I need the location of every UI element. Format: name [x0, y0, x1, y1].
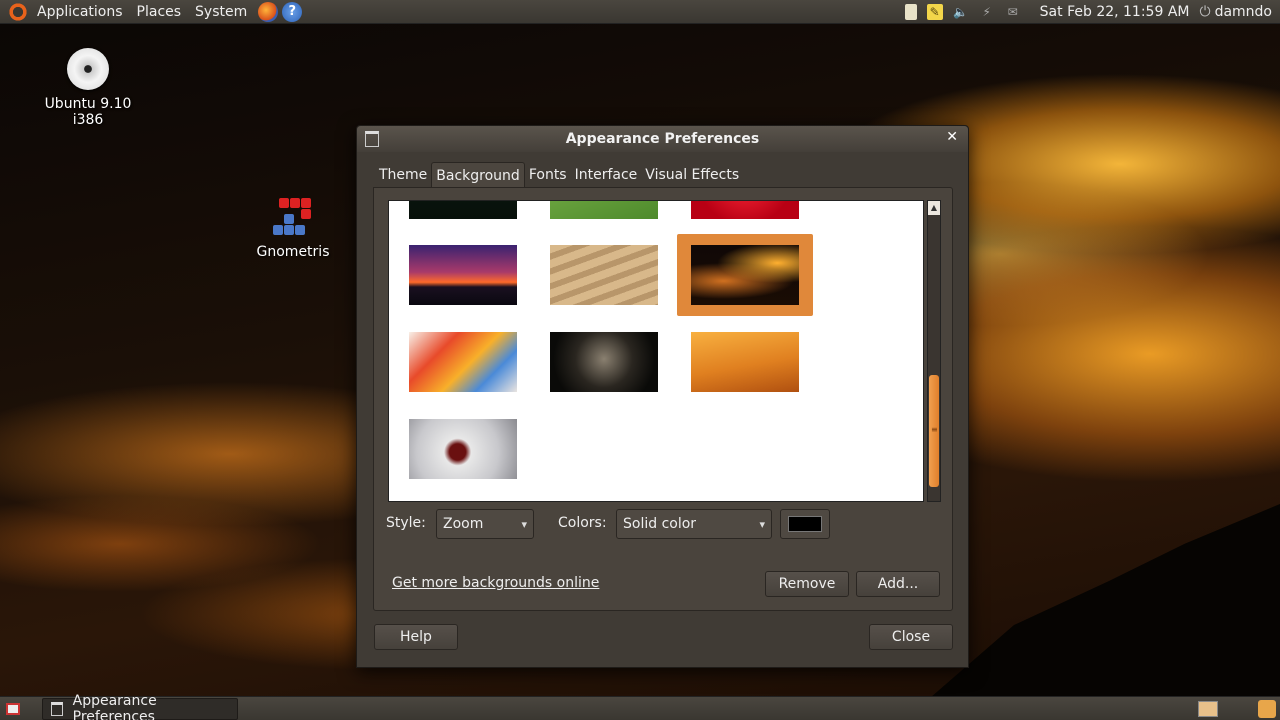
chevron-down-icon: ▾: [759, 517, 765, 531]
wallpaper-gallery[interactable]: [388, 200, 924, 502]
gnometris-icon: [273, 196, 313, 236]
user-name[interactable]: damndo: [1215, 4, 1272, 20]
style-dropdown[interactable]: Zoom ▾: [436, 509, 534, 539]
wallpaper-thumb-green-leaf[interactable]: [550, 201, 658, 219]
volume-icon[interactable]: 🔈: [953, 4, 969, 20]
remove-button[interactable]: Remove: [765, 571, 849, 597]
help-icon[interactable]: ?: [282, 1, 303, 22]
add-button[interactable]: Add...: [856, 571, 940, 597]
menu-applications[interactable]: Applications: [30, 0, 130, 24]
menu-places[interactable]: Places: [130, 0, 189, 24]
close-icon[interactable]: ✕: [946, 129, 958, 145]
colors-value: Solid color: [623, 516, 697, 532]
tab-interface[interactable]: Interface: [571, 162, 642, 188]
menu-system[interactable]: System: [188, 0, 254, 24]
power-icon[interactable]: ⏻: [1199, 4, 1210, 20]
system-tray: ✎ 🔈 ⚡ ✉ Sat Feb 22, 11:59 AM ⏻ damndo: [900, 0, 1280, 24]
workspace-switcher[interactable]: [1198, 700, 1218, 717]
mail-icon[interactable]: ✉: [1005, 4, 1021, 20]
style-value: Zoom: [443, 516, 484, 532]
style-label: Style:: [386, 515, 426, 531]
wallpaper-thumb-red-flower[interactable]: [691, 201, 799, 219]
close-button[interactable]: Close: [869, 624, 953, 650]
taskbar-item-label: Appearance Preferences: [72, 692, 157, 720]
window-icon: [51, 701, 63, 716]
bottom-panel: Appearance Preferences: [0, 693, 1280, 720]
network-icon[interactable]: ⚡: [979, 4, 995, 20]
color-picker-button[interactable]: [780, 509, 830, 539]
wallpaper-thumb-dark[interactable]: [409, 201, 517, 219]
tab-background[interactable]: Background: [431, 162, 525, 188]
trash-icon[interactable]: [1258, 699, 1276, 718]
firefox-icon[interactable]: [258, 1, 279, 22]
wallpaper-thumb-sand-dunes[interactable]: [550, 245, 658, 305]
get-more-backgrounds-link[interactable]: Get more backgrounds online: [392, 575, 599, 591]
tab-theme[interactable]: Theme: [375, 162, 431, 188]
ubuntu-logo-icon[interactable]: [8, 1, 28, 22]
show-desktop-icon[interactable]: [6, 702, 20, 715]
desktop-icon-gnometris[interactable]: Gnometris: [248, 196, 338, 260]
wallpaper-thumb-orange-sunset-selected[interactable]: [691, 245, 799, 305]
desktop-icon-label: Ubuntu 9.10 i386: [44, 96, 132, 128]
scrollbar-thumb[interactable]: ≡: [929, 375, 939, 487]
gallery-scrollbar[interactable]: ▲ ≡: [927, 200, 941, 502]
color-swatch: [788, 516, 822, 532]
wallpaper-thumb-dark-sparkles[interactable]: [550, 332, 658, 392]
colors-label: Colors:: [558, 515, 607, 531]
scroll-grip-icon: ≡: [931, 425, 938, 434]
dialog-titlebar[interactable]: Appearance Preferences ✕: [357, 126, 968, 152]
cd-icon: [67, 48, 109, 90]
clock[interactable]: Sat Feb 22, 11:59 AM: [1040, 4, 1190, 20]
desktop-icon-label: Gnometris: [256, 244, 330, 260]
tab-visual-effects[interactable]: Visual Effects: [641, 162, 743, 188]
dialog-title: Appearance Preferences: [565, 131, 760, 147]
background-tab-panel: ▲ ≡ Style: Zoom ▾ Colors: Solid color ▾ …: [373, 187, 953, 611]
wallpaper-thumb-white-orchid[interactable]: [409, 419, 517, 479]
tab-bar: Theme Background Fonts Interface Visual …: [375, 162, 743, 188]
wallpaper-thumb-purple-sunset[interactable]: [409, 245, 517, 305]
colors-dropdown[interactable]: Solid color ▾: [616, 509, 772, 539]
top-panel: Applications Places System ? ✎ 🔈 ⚡ ✉ Sat…: [0, 0, 1280, 24]
help-button[interactable]: Help: [374, 624, 458, 650]
notes-icon[interactable]: ✎: [926, 3, 943, 20]
clipboard-icon[interactable]: [904, 3, 917, 20]
tab-fonts[interactable]: Fonts: [525, 162, 571, 188]
appearance-preferences-dialog: Appearance Preferences ✕ Theme Backgroun…: [356, 125, 969, 668]
window-icon: [365, 131, 379, 147]
taskbar-item-appearance-preferences[interactable]: Appearance Preferences: [42, 693, 238, 720]
desktop-icon-cd[interactable]: Ubuntu 9.10 i386: [28, 48, 148, 128]
chevron-down-icon: ▾: [521, 517, 527, 531]
wallpaper-thumb-colored-pencils[interactable]: [409, 332, 517, 392]
scroll-up-arrow-icon[interactable]: ▲: [928, 201, 940, 215]
wallpaper-thumb-orange-gradient[interactable]: [691, 332, 799, 392]
